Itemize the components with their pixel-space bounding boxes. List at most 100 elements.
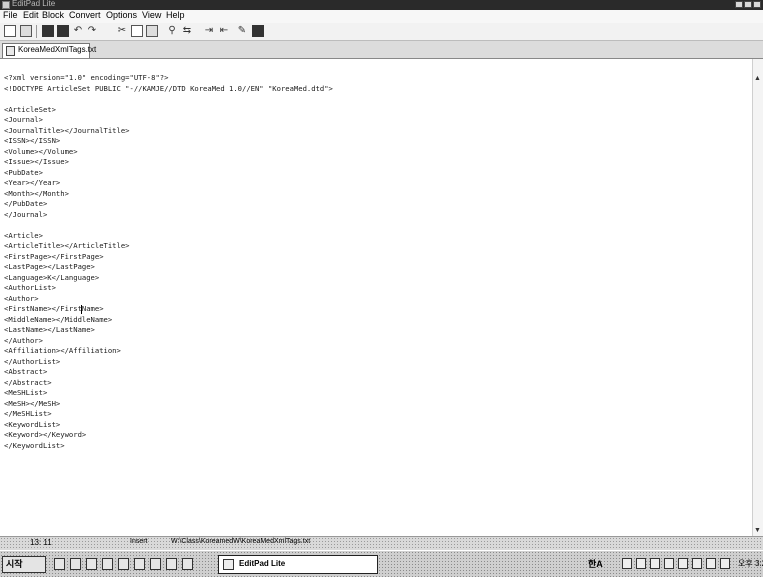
scroll-up-icon[interactable]: ▲ (754, 75, 761, 82)
open-icon[interactable] (20, 25, 32, 37)
menu-block[interactable]: Block (42, 10, 64, 20)
editor-line: <MeSHList> (4, 388, 48, 397)
quicklaunch-mail-icon[interactable] (86, 558, 97, 570)
cut-icon[interactable]: ✂ (116, 25, 128, 37)
tray-icon[interactable] (636, 558, 646, 569)
vertical-scrollbar[interactable]: ▲ ▼ (752, 59, 763, 536)
editor-line: <Issue></Issue> (4, 157, 69, 166)
insert-mode: Insert (130, 538, 148, 545)
editor-line: <KeywordList> (4, 419, 61, 429)
editor-line: </Abstract> (4, 377, 52, 387)
scroll-down-icon[interactable]: ▼ (754, 527, 761, 534)
tray-icon[interactable] (664, 558, 674, 569)
editor-line: <ArticleSet> (4, 104, 56, 114)
file-path: W:\Class\KoreamedW\KoreaMedXmlTags.txt (171, 538, 311, 545)
ime-indicator[interactable]: 한A (588, 557, 603, 570)
find-icon[interactable]: ⚲ (166, 25, 178, 37)
quicklaunch-app-icon[interactable] (134, 558, 145, 570)
minimize-icon[interactable] (735, 1, 743, 8)
start-button[interactable]: 시작 (2, 556, 46, 573)
editor-line: </KeywordList> (4, 440, 65, 450)
editor-line: <ArticleTitle></ArticleTitle> (4, 241, 130, 250)
editor-line: <JournalTitle></JournalTitle> (4, 125, 130, 135)
save-all-icon[interactable] (57, 25, 69, 37)
toolbar: ↶ ↷ ✂ ⚲ ⇆ ⇥ ⇤ ✎ (0, 23, 763, 41)
tray-icon[interactable] (692, 558, 702, 569)
editor-line: <Abstract> (4, 367, 48, 376)
quicklaunch-browser-icon[interactable] (70, 558, 81, 570)
toolbar-separator (36, 25, 37, 38)
cursor-position: 13: 11 (30, 538, 52, 547)
editor-line: </Author> (4, 335, 43, 345)
editor-line: <PubDate> (4, 167, 43, 177)
editor-line: <Author> (4, 293, 39, 303)
editor-line: <ISSN></ISSN> (4, 136, 61, 145)
new-icon[interactable] (4, 25, 16, 37)
print-icon[interactable]: ✎ (236, 25, 248, 37)
tab-bar: KoreaMedXmlTags.txt (0, 41, 763, 59)
editor-line: <Month></Month> (4, 188, 69, 198)
title-bar: EditPad Lite (0, 0, 763, 10)
quicklaunch-app-icon[interactable] (166, 558, 177, 570)
editor-line: <LastName></LastName> (4, 325, 95, 334)
copy-icon[interactable] (131, 25, 143, 37)
tray-icon[interactable] (622, 558, 632, 569)
quicklaunch-app-icon[interactable] (150, 558, 161, 570)
clock: 오후 3:27 (738, 559, 763, 568)
taskbar-button-label: EditPad Lite (239, 559, 286, 568)
menu-file[interactable]: File (3, 10, 18, 20)
tray-icon[interactable] (720, 558, 730, 569)
editpad-icon (223, 559, 234, 570)
editor-line: <LastPage></LastPage> (4, 262, 95, 271)
editor-line: <MeSH></MeSH> (4, 398, 61, 408)
window-controls (735, 1, 761, 8)
help-icon[interactable] (252, 25, 264, 37)
document-icon (6, 46, 15, 56)
menu-help[interactable]: Help (166, 10, 185, 20)
taskbar-button-editpad[interactable]: EditPad Lite (218, 555, 378, 574)
taskbar: 시작 EditPad Lite 한A 오후 3:27 (0, 550, 763, 577)
window-title: EditPad Lite (12, 0, 56, 8)
menu-options[interactable]: Options (106, 10, 137, 20)
editor-line: <Journal> (4, 115, 43, 124)
quicklaunch-app-icon[interactable] (118, 558, 129, 570)
menu-bar: File Edit Block Convert Options View Hel… (0, 10, 763, 23)
editor-line: </Journal> (4, 209, 48, 219)
editor-line: <?xml version="1.0" encoding="UTF-8"?> (4, 73, 169, 82)
paste-icon[interactable] (146, 25, 158, 37)
status-bar: 13: 11 Insert W:\Class\KoreamedW\KoreaMe… (0, 536, 763, 550)
quicklaunch-desktop-icon[interactable] (54, 558, 65, 570)
indent-icon[interactable]: ⇥ (203, 25, 215, 37)
text-editor[interactable]: <?xml version="1.0" encoding="UTF-8"?> <!… (0, 59, 752, 536)
editor-line: <AuthorList> (4, 283, 56, 292)
app-icon[interactable] (2, 1, 10, 9)
tab-koreamed-xml-tags[interactable]: KoreaMedXmlTags.txt (2, 43, 96, 58)
outdent-icon[interactable]: ⇤ (218, 25, 230, 37)
editor-line: <Article> (4, 230, 43, 240)
editor-line: <MiddleName></MiddleName> (4, 314, 113, 324)
quicklaunch-app-icon[interactable] (102, 558, 113, 570)
menu-convert[interactable]: Convert (69, 10, 101, 20)
menu-edit[interactable]: Edit (23, 10, 39, 20)
tray-icon[interactable] (650, 558, 660, 569)
redo-icon[interactable]: ↷ (86, 25, 98, 37)
editor-line: <!DOCTYPE ArticleSet PUBLIC "-//KAMJE//D… (4, 83, 333, 93)
undo-icon[interactable]: ↶ (72, 25, 84, 37)
save-icon[interactable] (42, 25, 54, 37)
editor-line: </AuthorList> (4, 356, 61, 366)
editor-line: </MeSHList> (4, 409, 52, 418)
editor-line: <Volume></Volume> (4, 146, 78, 156)
maximize-icon[interactable] (744, 1, 752, 8)
tab-label: KoreaMedXmlTags.txt (18, 45, 97, 54)
tray-icon[interactable] (706, 558, 716, 569)
system-tray: 한A 오후 3:27 (588, 556, 763, 573)
editor-line: <Language>K</Language> (4, 272, 100, 282)
quicklaunch-app-icon[interactable] (182, 558, 193, 570)
editor-line: <Keyword></Keyword> (4, 430, 87, 439)
close-icon[interactable] (753, 1, 761, 8)
editor-line: <Affiliation></Affiliation> (4, 346, 121, 355)
menu-view[interactable]: View (142, 10, 161, 20)
tray-icon[interactable] (678, 558, 688, 569)
editor-line: <FirstName></FirstName> (4, 304, 104, 313)
replace-icon[interactable]: ⇆ (181, 25, 193, 37)
